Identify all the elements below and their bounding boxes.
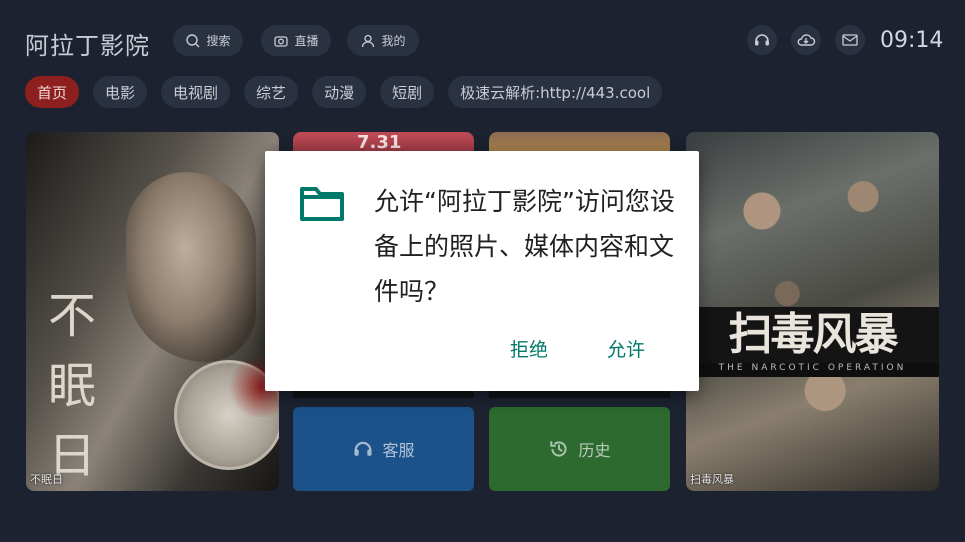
mine-label: 我的 (381, 34, 406, 48)
nav-label: 电影 (105, 83, 136, 102)
headset-icon (354, 441, 373, 456)
folder-icon (300, 187, 344, 221)
nav-item-home[interactable]: 首页 (25, 76, 80, 108)
poster-card-bottom (489, 390, 670, 398)
cloud-button[interactable] (791, 25, 821, 55)
nav-label: 综艺 (256, 83, 287, 102)
allow-button[interactable]: 允许 (607, 335, 645, 362)
message-button[interactable] (835, 25, 865, 55)
nav-item-parser[interactable]: 极速云解析:http://443.cool (448, 76, 663, 108)
camera-icon (274, 35, 289, 47)
nav-item-anime[interactable]: 动漫 (312, 76, 367, 108)
poster-artwork (126, 172, 256, 362)
poster-banner: 扫毒风暴 (686, 307, 939, 363)
nav-item-variety[interactable]: 综艺 (244, 76, 299, 108)
live-label: 直播 (294, 34, 319, 48)
tile-label: 客服 (382, 441, 415, 460)
poster-art-text: 眠 (48, 358, 97, 414)
search-icon (186, 33, 200, 47)
service-button[interactable] (747, 25, 777, 55)
poster-card-left[interactable]: 不 眠 日 不眠日 (26, 132, 279, 491)
mine-button[interactable]: 我的 (347, 25, 419, 56)
mail-icon (842, 34, 858, 46)
cloud-icon (797, 34, 816, 46)
poster-card-bottom (293, 390, 474, 398)
poster-title: 不眠日 (30, 473, 63, 486)
poster-art-text: 不 (48, 288, 97, 344)
nav-item-short[interactable]: 短剧 (380, 76, 435, 108)
poster-title: 扫毒风暴 (690, 473, 734, 486)
nav-label: 动漫 (324, 83, 355, 102)
nav-item-tv[interactable]: 电视剧 (161, 76, 231, 108)
search-button[interactable]: 搜索 (173, 25, 243, 56)
nav-label: 首页 (37, 83, 68, 102)
nav-item-movie[interactable]: 电影 (93, 76, 148, 108)
clock: 09:14 (880, 28, 944, 53)
permission-dialog: 允许“阿拉丁影院”访问您设备上的照片、媒体内容和文件吗？ 拒绝 允许 (265, 151, 699, 391)
search-label: 搜索 (206, 34, 231, 48)
deny-button[interactable]: 拒绝 (510, 335, 548, 362)
live-button[interactable]: 直播 (261, 25, 331, 56)
tile-label: 历史 (578, 441, 611, 460)
poster-banner-subtitle: THE NARCOTIC OPERATION (686, 363, 939, 377)
history-icon (550, 441, 568, 457)
nav-label: 电视剧 (173, 83, 219, 102)
dialog-message: 允许“阿拉丁影院”访问您设备上的照片、媒体内容和文件吗？ (374, 187, 675, 306)
customer-service-tile[interactable]: 客服 (293, 407, 474, 491)
category-nav: 首页 电影 电视剧 综艺 动漫 短剧 极速云解析:http://443.cool (25, 76, 663, 108)
nav-label: 短剧 (392, 83, 423, 102)
nav-label: 极速云解析:http://443.cool (460, 83, 651, 102)
headset-icon (755, 34, 769, 46)
user-icon (362, 34, 375, 47)
poster-art-text: 7.31 (357, 132, 402, 153)
poster-card-right[interactable]: 扫毒风暴 THE NARCOTIC OPERATION 扫毒风暴 (686, 132, 939, 491)
history-tile[interactable]: 历史 (489, 407, 670, 491)
app-title: 阿拉丁影院 (25, 32, 150, 60)
